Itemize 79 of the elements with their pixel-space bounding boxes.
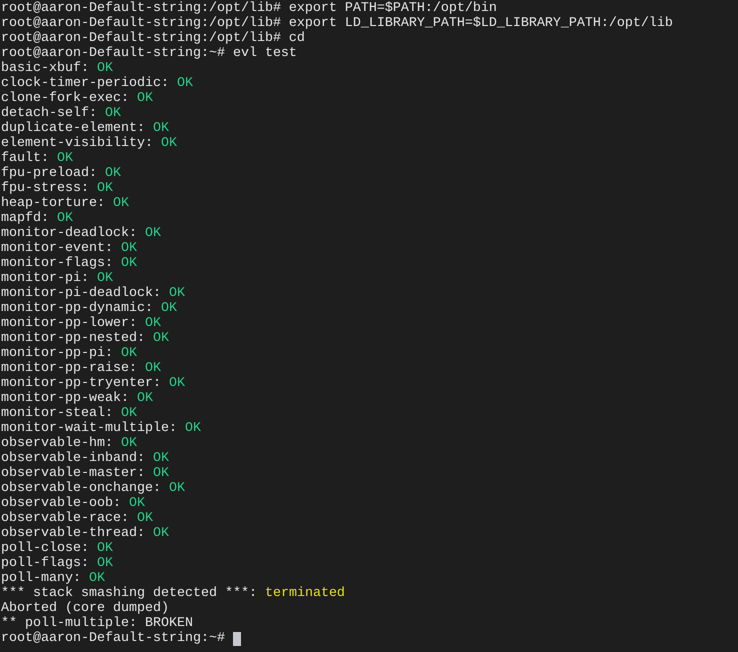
test-status: OK xyxy=(152,526,169,541)
test-name: monitor-pp-weak: xyxy=(1,391,129,406)
test-name: fpu-preload: xyxy=(1,166,97,181)
test-name: mapfd: xyxy=(1,211,49,226)
test-name: monitor-pp-raise: xyxy=(1,361,137,376)
test-name: poll-many: xyxy=(1,571,81,586)
test-name: monitor-deadlock: xyxy=(1,226,137,241)
test-name: monitor-wait-multiple: xyxy=(1,421,177,436)
test-name: observable-race: xyxy=(1,511,129,526)
test-name: monitor-pi-deadlock: xyxy=(1,286,161,301)
test-name: observable-master: xyxy=(1,466,145,481)
test-name: observable-inband: xyxy=(1,451,145,466)
test-name: *** stack smashing detected ***: xyxy=(1,586,257,601)
test-status: OK xyxy=(144,361,161,376)
test-status: OK xyxy=(96,61,113,76)
test-name: fault: xyxy=(1,151,49,166)
test-status: OK xyxy=(144,316,161,331)
test-status: OK xyxy=(160,301,177,316)
test-status: OK xyxy=(128,496,145,511)
test-status: OK xyxy=(120,241,137,256)
test-name: heap-torture: xyxy=(1,196,105,211)
test-status: OK xyxy=(57,151,73,166)
test-name: monitor-pp-pi: xyxy=(1,346,113,361)
test-name: monitor-flags: xyxy=(1,256,113,271)
test-name: basic-xbuf: xyxy=(1,61,89,76)
test-status: OK xyxy=(96,271,113,286)
output-line: root@aaron-Default-string:/opt/lib# cd xyxy=(1,31,305,46)
test-status: terminated xyxy=(264,586,345,601)
test-name: clock-timer-periodic: xyxy=(1,76,169,91)
test-status: OK xyxy=(160,136,177,151)
test-name: observable-onchange: xyxy=(1,481,161,496)
test-name: monitor-pp-lower: xyxy=(1,316,137,331)
test-name: observable-oob: xyxy=(1,496,121,511)
test-status: OK xyxy=(168,286,185,301)
test-status: OK xyxy=(120,346,137,361)
test-name: poll-close: xyxy=(1,541,89,556)
test-status: OK xyxy=(120,436,137,451)
test-status: OK xyxy=(96,541,113,556)
test-status: OK xyxy=(88,571,105,586)
test-name: clone-fork-exec: xyxy=(1,91,129,106)
output-line: root@aaron-Default-string:~# evl test xyxy=(1,46,297,61)
output-line: ** poll-multiple: BROKEN xyxy=(1,616,193,631)
test-status: OK xyxy=(184,421,201,436)
test-name: observable-thread: xyxy=(1,526,145,541)
test-status: OK xyxy=(152,331,169,346)
test-name: monitor-pp-tryenter: xyxy=(1,376,161,391)
test-status: OK xyxy=(152,466,169,481)
test-status: OK xyxy=(96,556,113,571)
test-status: OK xyxy=(136,511,153,526)
test-status: OK xyxy=(104,166,121,181)
test-name: monitor-pi: xyxy=(1,271,89,286)
shell-prompt: root@aaron-Default-string:~# xyxy=(1,631,225,646)
test-status: OK xyxy=(144,226,161,241)
test-status: OK xyxy=(57,211,73,226)
test-name: observable-hm: xyxy=(1,436,113,451)
test-status: OK xyxy=(104,106,121,121)
test-name: fpu-stress: xyxy=(1,181,89,196)
test-status: OK xyxy=(120,406,137,421)
test-name: monitor-pp-nested: xyxy=(1,331,145,346)
test-name: duplicate-element: xyxy=(1,121,145,136)
test-status: OK xyxy=(120,256,137,271)
test-status: OK xyxy=(136,391,153,406)
test-name: element-visibility: xyxy=(1,136,153,151)
test-name: detach-self: xyxy=(1,106,97,121)
output-line: root@aaron-Default-string:/opt/lib# export PATH=$PATH:/opt/bin xyxy=(1,1,497,16)
test-name: monitor-steal: xyxy=(1,406,113,421)
test-name: poll-flags: xyxy=(1,556,89,571)
output-line: root@aaron-Default-string:/opt/lib# export LD_LIBRARY_PATH=$LD_LIBRARY_PATH:/opt/lib xyxy=(1,16,673,31)
test-status: OK xyxy=(96,181,113,196)
output-line: Aborted (core dumped) xyxy=(1,601,169,616)
test-name: monitor-event: xyxy=(1,241,113,256)
test-name: monitor-pp-dynamic: xyxy=(1,301,153,316)
test-status: OK xyxy=(168,481,185,496)
test-status: OK xyxy=(152,121,169,136)
test-status: OK xyxy=(112,196,129,211)
test-status: OK xyxy=(136,91,153,106)
test-status: OK xyxy=(152,451,169,466)
test-status: OK xyxy=(168,376,185,391)
test-status: OK xyxy=(176,76,193,91)
